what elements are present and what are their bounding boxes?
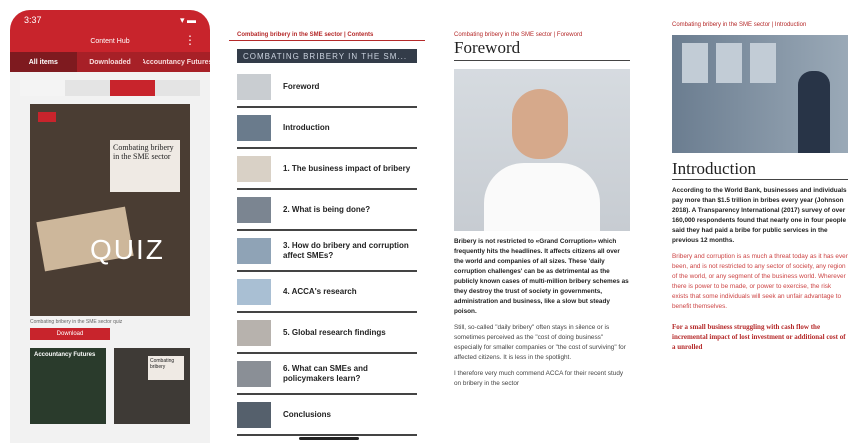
toc-thumbnail: [237, 237, 271, 264]
home-indicator[interactable]: [299, 437, 359, 440]
toc-thumbnail: [237, 278, 271, 305]
pull-quote: For a small business struggling with cas…: [672, 323, 846, 351]
toc-label: Conclusions: [283, 409, 332, 419]
author-portrait: [454, 69, 630, 231]
page-title: Combating bribery in the SME sector | Co…: [229, 10, 425, 41]
thumb-label: Accountancy Futures: [34, 352, 96, 358]
toc-item[interactable]: 5. Global research findings: [237, 313, 417, 354]
toc-item[interactable]: 6. What can SMEs and policymakers learn?: [237, 354, 417, 395]
thumb-title: Combating bribery: [148, 356, 184, 380]
cover-caption: Combating bribery in the SME sector quiz: [30, 319, 123, 325]
body-paragraph: I therefore very much commend ACCA for t…: [454, 370, 624, 387]
office-photo: [672, 35, 848, 153]
toc-label: 3. How do bribery and corruption affect …: [283, 240, 409, 260]
breadcrumb[interactable]: Combating bribery in the SME sector | In…: [664, 10, 856, 29]
body-paragraph: Still, so-called "daily bribery" often s…: [454, 324, 626, 361]
app-home-screen: 3:37 ▾ ▬ Content Hub ⋮ All items Downloa…: [10, 10, 210, 443]
lead-paragraph: According to the World Bank, businesses …: [672, 187, 847, 244]
promo-banner[interactable]: [20, 80, 200, 96]
toc-thumbnail: [237, 196, 271, 223]
status-icons: ▾ ▬: [179, 14, 196, 25]
toc-thumbnail: [237, 319, 271, 346]
toc-item[interactable]: 2. What is being done?: [237, 190, 417, 231]
toc-item[interactable]: 3. How do bribery and corruption affect …: [237, 231, 417, 272]
quiz-cover-card[interactable]: Combating bribery in the SME sector QUIZ: [30, 104, 190, 316]
toc-label: 2. What is being done?: [283, 204, 371, 214]
toc-thumbnail: [237, 155, 271, 182]
body-paragraph: Bribery and corruption is as much a thre…: [672, 253, 848, 310]
download-button[interactable]: Download: [30, 328, 110, 340]
tab-accountancy-futures[interactable]: Accountancy Futures: [143, 52, 210, 72]
introduction-screen: Combating bribery in the SME sector | In…: [664, 10, 856, 443]
status-bar: 3:37 ▾ ▬: [10, 10, 210, 30]
more-menu-icon[interactable]: ⋮: [184, 33, 196, 47]
toc-label: 5. Global research findings: [283, 327, 386, 337]
toc-item[interactable]: Conclusions: [237, 395, 417, 436]
section-header: COMBATING BRIBERY IN THE SM...: [237, 49, 417, 63]
toc-item[interactable]: Introduction: [237, 108, 417, 149]
foreword-screen: Combating bribery in the SME sector | Fo…: [446, 10, 638, 443]
toc-item[interactable]: Foreword: [237, 67, 417, 108]
contents-screen: Combating bribery in the SME sector | Co…: [229, 10, 425, 443]
page-title: Foreword: [454, 38, 630, 61]
thumbnail-row: Accountancy Futures Combating bribery: [30, 348, 190, 424]
toc-item[interactable]: 4. ACCA's research: [237, 272, 417, 313]
app-bar: Content Hub ⋮: [10, 30, 210, 52]
toc-thumbnail: [237, 73, 271, 100]
tab-bar: All items Downloaded Accountancy Futures: [10, 52, 210, 72]
toc-thumbnail: [237, 114, 271, 141]
toc-label: Introduction: [283, 122, 330, 132]
lead-paragraph: Bribery is not restricted to «Grand Corr…: [454, 238, 629, 315]
toc-label: 6. What can SMEs and policymakers learn?: [283, 363, 368, 383]
toc-label: 1. The business impact of bribery: [283, 163, 411, 173]
breadcrumb[interactable]: Combating bribery in the SME sector | Fo…: [446, 10, 638, 38]
cover-title: Combating bribery in the SME sector: [110, 140, 180, 192]
toc-label: Foreword: [283, 81, 320, 91]
toc-label: 4. ACCA's research: [283, 286, 357, 296]
acca-logo: [38, 112, 56, 122]
accountancy-futures-card[interactable]: Accountancy Futures: [30, 348, 106, 424]
tab-downloaded[interactable]: Downloaded: [77, 52, 144, 72]
cover-quiz-word: QUIZ: [90, 234, 165, 265]
toc-thumbnail: [237, 360, 271, 387]
tab-all-items[interactable]: All items: [10, 52, 77, 72]
bribery-report-card[interactable]: Combating bribery: [114, 348, 190, 424]
status-time: 3:37: [24, 15, 42, 25]
toc-item[interactable]: 1. The business impact of bribery: [237, 149, 417, 190]
app-title: Content Hub: [90, 37, 130, 45]
page-title: Introduction: [672, 159, 848, 180]
toc-thumbnail: [237, 401, 271, 428]
